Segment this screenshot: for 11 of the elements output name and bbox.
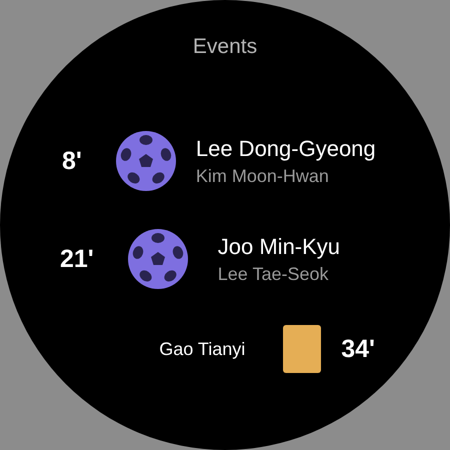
player-name: Gao Tianyi (159, 338, 246, 360)
screen-title: Events (192, 35, 258, 59)
minute-label: 8' (62, 146, 82, 176)
assist-name: Kim Moon-Hwan (196, 166, 330, 186)
assist-name: Lee Tae-Seok (218, 264, 330, 284)
soccer-ball-icon (116, 131, 176, 191)
minute-label: 34' (341, 334, 375, 364)
minute-label: 21' (60, 244, 94, 274)
soccer-ball-icon (128, 229, 188, 289)
scorer-name: Joo Min-Kyu (218, 234, 340, 260)
scorer-name: Lee Dong-Gyeong (196, 136, 376, 162)
